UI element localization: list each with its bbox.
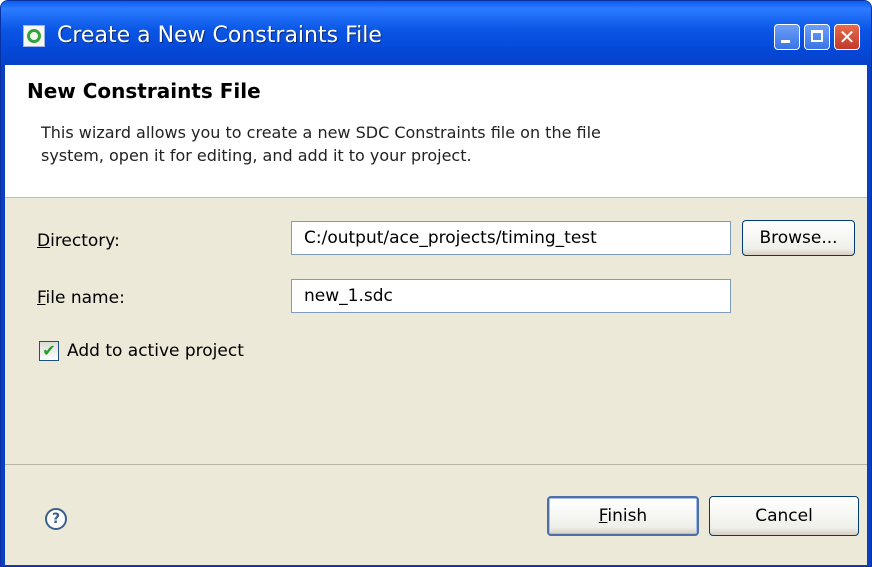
page-description: This wizard allows you to create a new S…	[41, 121, 761, 167]
wizard-banner: New Constraints File This wizard allows …	[5, 65, 867, 198]
title-bar[interactable]: Create a New Constraints File ✕	[1, 1, 871, 65]
help-icon[interactable]: ?	[45, 508, 67, 530]
file-name-label-mnemonic: F	[37, 288, 46, 308]
close-button[interactable]: ✕	[834, 24, 860, 50]
cancel-button[interactable]: Cancel	[709, 496, 859, 536]
maximize-icon	[811, 30, 823, 42]
close-icon: ✕	[838, 25, 856, 49]
form-area: Directory: C:/output/ace_projects/timing…	[5, 198, 867, 464]
add-to-project-checkbox[interactable]: ✔	[39, 341, 59, 361]
window-title: Create a New Constraints File	[57, 23, 382, 48]
checkmark-icon: ✔	[42, 341, 56, 360]
description-line-2: system, open it for editing, and add it …	[41, 146, 472, 165]
file-name-input[interactable]: new_1.sdc	[291, 279, 731, 313]
app-icon-ring	[27, 29, 41, 43]
description-line-1: This wizard allows you to create a new S…	[41, 123, 601, 142]
directory-label-text: irectory:	[50, 231, 120, 251]
button-bar: ? Finish Cancel	[5, 464, 867, 565]
finish-label: inish	[607, 506, 648, 526]
file-name-label: File name:	[37, 288, 125, 308]
minimize-icon	[781, 40, 790, 43]
page-title: New Constraints File	[27, 79, 261, 103]
app-icon	[23, 25, 45, 47]
browse-button[interactable]: Browse...	[742, 220, 855, 256]
directory-label: Directory:	[37, 231, 120, 251]
file-name-label-text: ile name:	[45, 288, 125, 308]
add-to-project-label[interactable]: Add to active project	[67, 341, 244, 361]
finish-button[interactable]: Finish	[547, 496, 699, 536]
directory-label-mnemonic: D	[37, 231, 51, 251]
dialog-window: Create a New Constraints File ✕ New Cons…	[0, 0, 872, 567]
minimize-button[interactable]	[774, 24, 800, 50]
maximize-button[interactable]	[804, 24, 830, 50]
directory-input[interactable]: C:/output/ace_projects/timing_test	[291, 221, 731, 255]
